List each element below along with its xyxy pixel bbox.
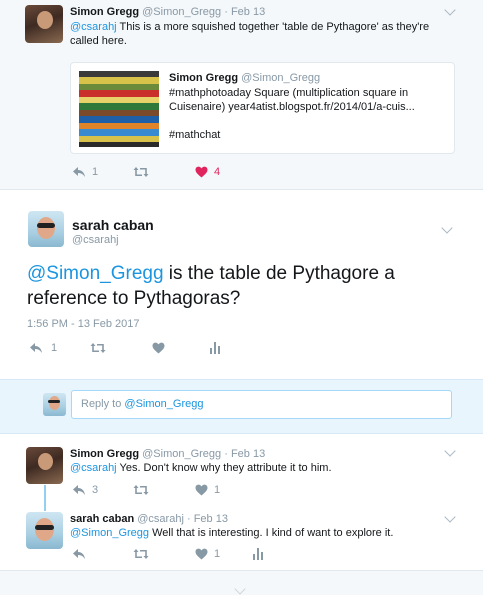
reply-action[interactable] (72, 548, 86, 560)
quoted-tweet-card[interactable]: Simon Gregg @Simon_Gregg #mathphotoaday … (70, 62, 455, 154)
chevron-down-icon[interactable] (444, 445, 456, 457)
more-replies-strip[interactable] (0, 570, 483, 595)
top-tweet[interactable]: Simon Gregg @Simon_Gregg · Feb 13 @csara… (0, 0, 483, 190)
tweet-date[interactable]: · Feb 13 (224, 6, 265, 18)
main-tweet: sarah caban @csarahj @Simon_Gregg is the… (0, 191, 483, 379)
tweet-text: @csarahj This is a more squished togethe… (70, 21, 430, 47)
reply-count: 1 (51, 342, 58, 354)
quoted-hashtag[interactable]: #mathchat (169, 128, 220, 142)
reply-icon (73, 485, 85, 495)
author-handle[interactable]: @Simon_Gregg (142, 6, 221, 18)
reply-icon (30, 343, 42, 353)
author-name[interactable]: sarah caban (72, 217, 154, 233)
author-handle[interactable]: @Simon_Gregg (142, 448, 221, 460)
quoted-author-name[interactable]: Simon Gregg (169, 72, 238, 84)
retweet-action[interactable] (133, 484, 149, 496)
avatar[interactable] (28, 211, 64, 247)
tweet-text: @csarahj Yes. Don't know why they attrib… (70, 462, 332, 474)
reply-tweet[interactable]: Simon Gregg @Simon_Gregg · Feb 13 @csara… (0, 435, 483, 507)
reply-action[interactable]: 1 (29, 342, 57, 354)
author-name[interactable]: Simon Gregg (70, 448, 139, 460)
retweet-icon (133, 549, 149, 559)
replies-section: Simon Gregg @Simon_Gregg · Feb 13 @csara… (0, 435, 483, 570)
retweet-icon (133, 485, 149, 495)
quoted-author-handle[interactable]: @Simon_Gregg (241, 72, 320, 84)
like-action[interactable]: 1 (195, 484, 220, 496)
reply-icon (73, 167, 85, 177)
retweet-action[interactable] (90, 342, 106, 354)
avatar[interactable] (25, 5, 63, 43)
reply-count: 1 (92, 166, 99, 178)
reply-action[interactable]: 1 (72, 166, 98, 178)
heart-icon (195, 548, 208, 560)
tweet-date[interactable]: · Feb 13 (224, 448, 265, 460)
like-count: 1 (214, 484, 221, 496)
avatar[interactable] (26, 512, 63, 549)
mention-link[interactable]: @csarahj (70, 462, 117, 474)
like-action[interactable]: 4 (195, 166, 220, 178)
reply-count: 3 (92, 484, 99, 496)
analytics-icon (210, 342, 220, 354)
avatar[interactable] (26, 447, 63, 484)
cuisenaire-image (79, 71, 159, 147)
reply-icon (73, 549, 85, 559)
quoted-tweet-text: #mathphotoaday Square (multiplication sq… (169, 87, 415, 113)
like-count: 4 (214, 166, 221, 178)
tweet-timestamp[interactable]: 1:56 PM - 13 Feb 2017 (27, 318, 140, 330)
mention-link[interactable]: @csarahj (70, 21, 117, 33)
analytics-action[interactable] (210, 342, 220, 354)
retweet-action[interactable] (133, 166, 149, 178)
chevron-down-icon[interactable] (441, 222, 453, 234)
like-action[interactable] (152, 342, 165, 354)
retweet-icon (90, 343, 106, 353)
author-name[interactable]: sarah caban (70, 513, 134, 525)
reply-mention: @Simon_Gregg (124, 398, 204, 410)
retweet-action[interactable] (133, 548, 149, 560)
tweet-text: @Simon_Gregg is the table de Pythagore a… (27, 263, 395, 309)
chevron-down-icon[interactable] (444, 511, 456, 523)
author-handle[interactable]: @csarahj (72, 234, 119, 246)
reply-composer: Reply to @Simon_Gregg (0, 379, 483, 434)
retweet-icon (133, 167, 149, 177)
chevron-down-icon (234, 583, 246, 595)
like-count: 1 (214, 548, 221, 560)
reply-tweet[interactable]: sarah caban @csarahj · Feb 13 @Simon_Gre… (0, 507, 483, 570)
avatar (43, 393, 66, 416)
analytics-icon (253, 548, 263, 560)
heart-icon (195, 484, 208, 496)
author-handle[interactable]: @csarahj (137, 513, 184, 525)
tweet-text: @Simon_Gregg Well that is interesting. I… (70, 527, 394, 539)
heart-icon (195, 166, 208, 178)
reply-input[interactable]: Reply to @Simon_Gregg (71, 390, 452, 419)
analytics-action[interactable] (253, 548, 263, 560)
heart-icon (152, 342, 165, 354)
mention-link[interactable]: @Simon_Gregg (70, 527, 149, 539)
chevron-down-icon[interactable] (444, 4, 456, 16)
mention-link[interactable]: @Simon_Gregg (27, 263, 164, 284)
reply-placeholder: Reply to (81, 398, 125, 410)
tweet-date[interactable]: · Feb 13 (187, 513, 228, 525)
reply-action[interactable]: 3 (72, 484, 98, 496)
author-name[interactable]: Simon Gregg (70, 6, 139, 18)
like-action[interactable]: 1 (195, 548, 220, 560)
